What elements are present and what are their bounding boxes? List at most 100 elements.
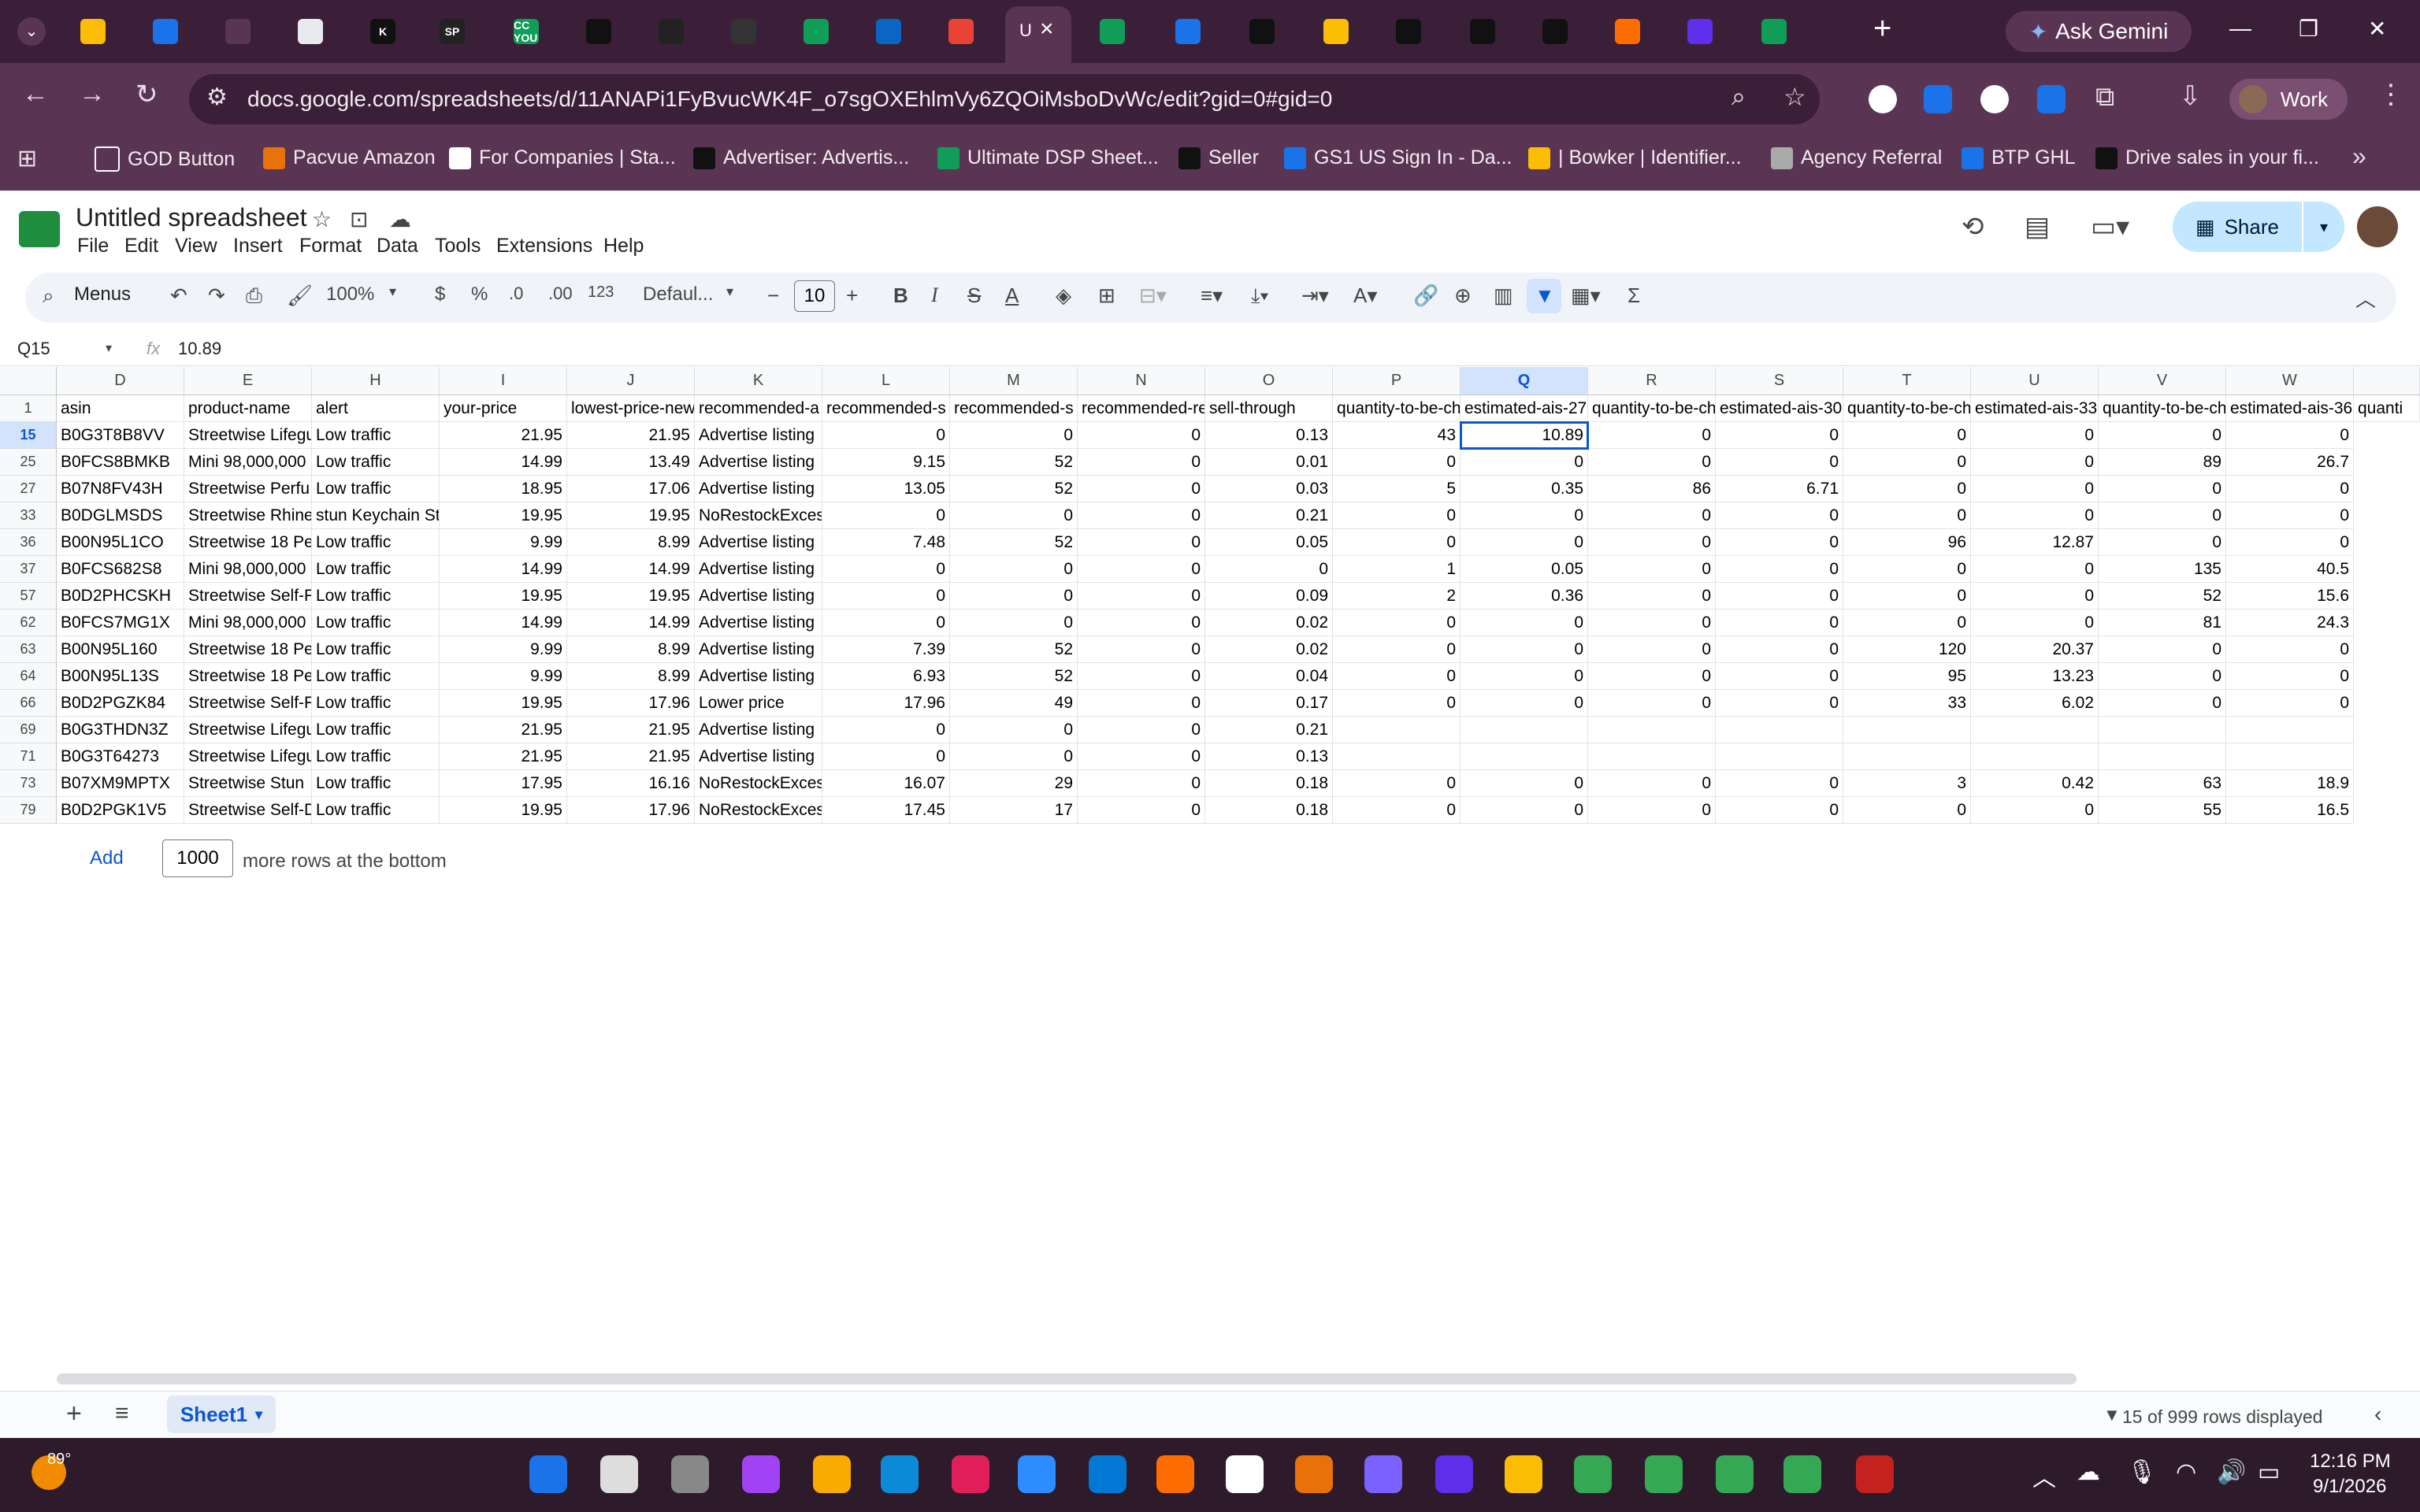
cloud-status-icon[interactable]: ☁ bbox=[389, 206, 411, 232]
table-cell[interactable]: 9.99 bbox=[440, 663, 567, 690]
table-cell[interactable] bbox=[1333, 743, 1461, 770]
table-cell[interactable]: 0.17 bbox=[1205, 690, 1333, 717]
taskbar-app-icon[interactable] bbox=[1018, 1455, 1056, 1493]
table-cell[interactable]: Streetwise Rhine bbox=[184, 502, 312, 529]
collapse-toolbar-chevron-icon[interactable]: ︿ bbox=[2355, 284, 2376, 313]
table-cell[interactable]: Low traffic bbox=[312, 583, 440, 610]
table-cell[interactable]: 0 bbox=[950, 422, 1078, 449]
header-cell[interactable]: recommended-s bbox=[950, 395, 1078, 422]
table-cell[interactable]: 95 bbox=[1843, 663, 1971, 690]
table-cell[interactable] bbox=[1716, 717, 1843, 743]
table-cell[interactable]: 9.15 bbox=[822, 449, 950, 476]
table-cell[interactable]: 0 bbox=[1333, 663, 1461, 690]
column-header-u[interactable]: U bbox=[1971, 367, 2099, 395]
fill-color-icon[interactable]: ◈ bbox=[1056, 284, 1071, 308]
table-cell[interactable]: 0 bbox=[1843, 449, 1971, 476]
table-cell[interactable]: Advertise listing bbox=[695, 636, 822, 663]
table-cell[interactable]: stun Keychain St bbox=[312, 502, 440, 529]
browser-tab[interactable] bbox=[799, 14, 833, 49]
table-cell[interactable] bbox=[1971, 743, 2099, 770]
table-cell[interactable] bbox=[1588, 743, 1716, 770]
table-cell[interactable]: Low traffic bbox=[312, 717, 440, 743]
table-cell[interactable]: 8.99 bbox=[567, 529, 695, 556]
table-cell[interactable]: 33 bbox=[1843, 690, 1971, 717]
more-bookmarks-chevron-icon[interactable]: » bbox=[2352, 142, 2366, 171]
table-cell[interactable]: Low traffic bbox=[312, 610, 440, 636]
table-cell[interactable]: 0 bbox=[2226, 422, 2354, 449]
table-cell[interactable]: 0 bbox=[1588, 770, 1716, 797]
account-avatar[interactable] bbox=[2357, 206, 2398, 247]
horizontal-scrollbar[interactable] bbox=[57, 1373, 2077, 1384]
decrease-decimal-button[interactable]: .0 bbox=[509, 284, 523, 304]
table-cell[interactable]: 8.99 bbox=[567, 663, 695, 690]
row-header[interactable]: 36 bbox=[0, 529, 57, 556]
table-cell[interactable]: 19.95 bbox=[567, 502, 695, 529]
table-cell[interactable]: 7.48 bbox=[822, 529, 950, 556]
table-cell[interactable]: 18.9 bbox=[2226, 770, 2354, 797]
bold-icon[interactable]: B bbox=[893, 284, 908, 308]
browser-tab[interactable] bbox=[944, 14, 978, 49]
header-cell[interactable]: recommended-s bbox=[822, 395, 950, 422]
table-cell[interactable]: 86 bbox=[1588, 476, 1716, 502]
table-cell[interactable]: 9.99 bbox=[440, 529, 567, 556]
table-cell[interactable]: 0 bbox=[1588, 797, 1716, 824]
decrease-font-size-icon[interactable]: − bbox=[767, 284, 779, 308]
table-cell[interactable]: 17.96 bbox=[822, 690, 950, 717]
header-cell[interactable]: estimated-ais-36 bbox=[2226, 395, 2354, 422]
insert-comment-icon[interactable]: ⊕ bbox=[1454, 284, 1472, 308]
text-wrapping-icon[interactable]: ⇥▾ bbox=[1301, 284, 1329, 308]
undo-icon[interactable]: ↶ bbox=[170, 284, 187, 308]
table-cell[interactable]: 9.99 bbox=[440, 636, 567, 663]
table-cell[interactable]: 0 bbox=[1333, 690, 1461, 717]
header-cell[interactable]: quantity-to-be-ch bbox=[2099, 395, 2226, 422]
table-cell[interactable]: Mini 98,000,000 bbox=[184, 610, 312, 636]
zoom-magnifier-icon[interactable]: ⌕ bbox=[1731, 82, 1746, 112]
table-cell[interactable]: Lower price bbox=[695, 690, 822, 717]
header-cell[interactable]: recommended-re bbox=[1078, 395, 1205, 422]
table-cell[interactable]: 0 bbox=[1971, 610, 2099, 636]
table-cell[interactable]: B0FCS8BMKB bbox=[57, 449, 184, 476]
table-cell[interactable]: 17.95 bbox=[440, 770, 567, 797]
row-header[interactable]: 79 bbox=[0, 797, 57, 824]
header-cell[interactable]: estimated-ais-30 bbox=[1716, 395, 1843, 422]
table-cell[interactable]: NoRestockExces bbox=[695, 770, 822, 797]
filter-views-icon[interactable]: ▦▾ bbox=[1571, 284, 1601, 308]
print-icon[interactable]: ⎙ bbox=[246, 284, 262, 309]
download-icon[interactable]: ⇩ bbox=[2179, 80, 2202, 112]
browser-tab[interactable] bbox=[1245, 14, 1279, 49]
table-cell[interactable]: 21.95 bbox=[567, 422, 695, 449]
table-cell[interactable]: B00N95L160 bbox=[57, 636, 184, 663]
text-color-icon[interactable]: A bbox=[1005, 284, 1019, 308]
bookmark-item[interactable]: Agency Referral bbox=[1771, 146, 1942, 169]
table-cell[interactable]: 0 bbox=[1205, 556, 1333, 583]
table-cell[interactable]: Advertise listing bbox=[695, 583, 822, 610]
table-cell[interactable]: Advertise listing bbox=[695, 529, 822, 556]
row-header[interactable]: 37 bbox=[0, 556, 57, 583]
browser-tab[interactable] bbox=[1391, 14, 1426, 49]
header-cell[interactable]: asin bbox=[57, 395, 184, 422]
table-cell[interactable]: 14.99 bbox=[440, 449, 567, 476]
table-cell[interactable]: 52 bbox=[950, 529, 1078, 556]
table-cell[interactable]: 0 bbox=[1078, 690, 1205, 717]
all-sheets-list-icon[interactable]: ≡ bbox=[115, 1400, 129, 1427]
table-cell[interactable]: 0 bbox=[1971, 422, 2099, 449]
table-cell[interactable]: B0D2PHCSKH bbox=[57, 583, 184, 610]
table-cell[interactable]: 19.95 bbox=[440, 583, 567, 610]
password-manager-extension-icon[interactable] bbox=[1869, 85, 1897, 113]
browser-tab[interactable] bbox=[581, 14, 616, 49]
table-cell[interactable]: 0 bbox=[2226, 529, 2354, 556]
table-cell[interactable]: Streetwise Stun bbox=[184, 770, 312, 797]
table-cell[interactable]: 0 bbox=[1588, 529, 1716, 556]
table-cell[interactable]: Advertise listing bbox=[695, 422, 822, 449]
add-sheet-plus-icon[interactable]: + bbox=[66, 1399, 82, 1429]
table-cell[interactable]: 0 bbox=[1716, 583, 1843, 610]
table-cell[interactable]: Streetwise Self-D bbox=[184, 797, 312, 824]
table-cell[interactable]: 0.03 bbox=[1205, 476, 1333, 502]
table-cell[interactable]: 0 bbox=[1716, 610, 1843, 636]
increase-decimal-button[interactable]: .00 bbox=[548, 284, 573, 304]
table-cell[interactable]: 135 bbox=[2099, 556, 2226, 583]
table-cell[interactable]: 0 bbox=[1461, 449, 1588, 476]
table-cell[interactable]: 63 bbox=[2099, 770, 2226, 797]
name-box-chevron-icon[interactable]: ▾ bbox=[106, 340, 112, 356]
insert-link-icon[interactable]: 🔗 bbox=[1413, 284, 1438, 308]
